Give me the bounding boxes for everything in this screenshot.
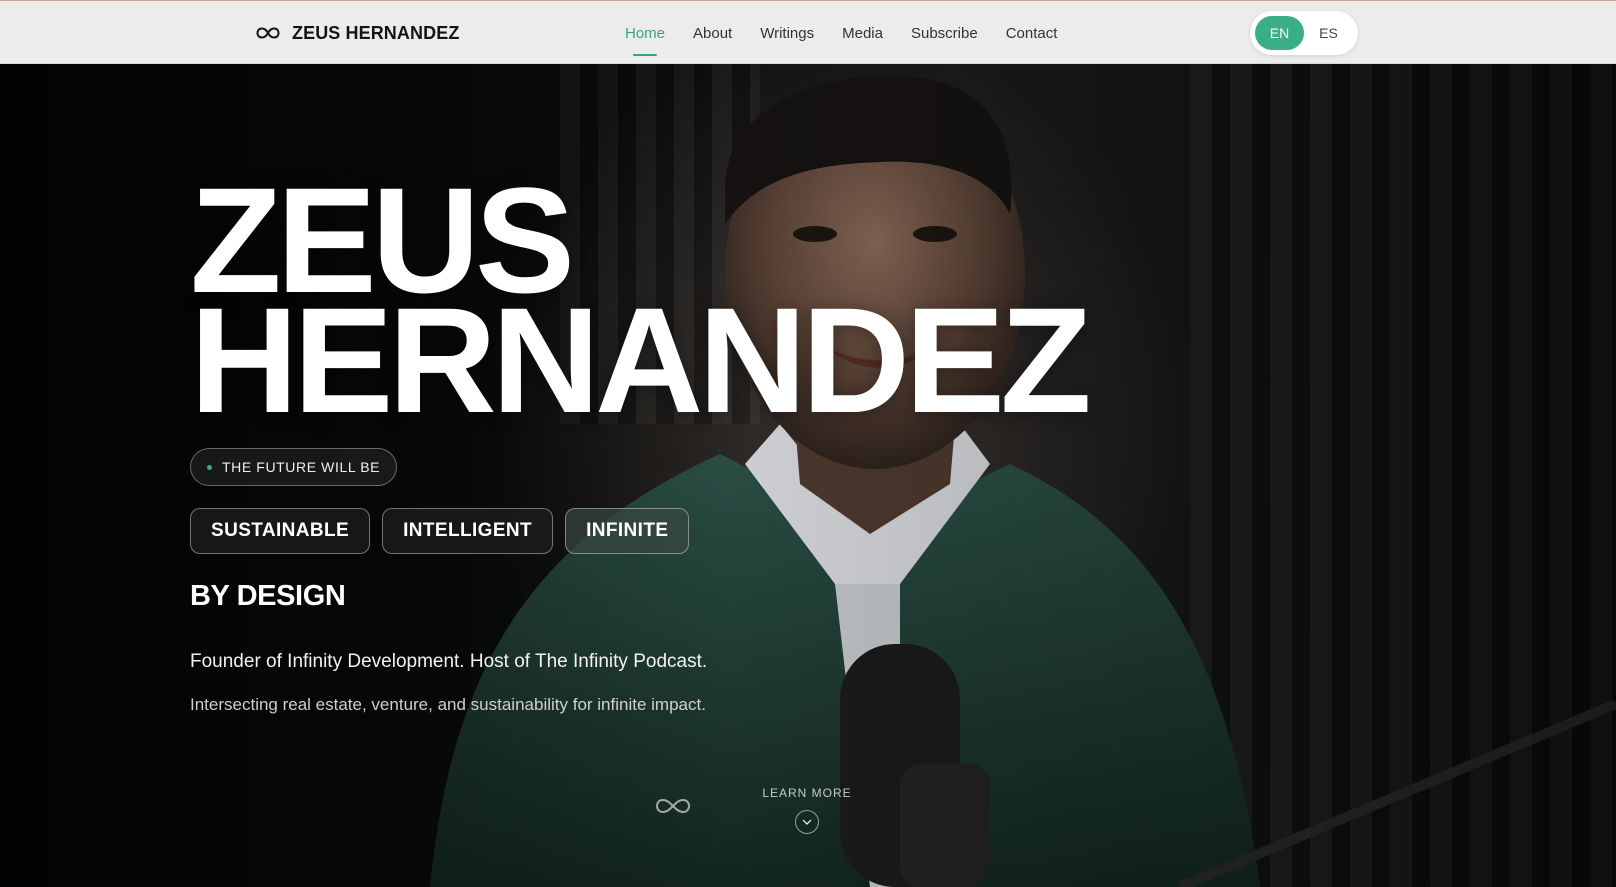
infinity-watermark-icon (655, 798, 691, 814)
hero-section: ZEUS HERNANDEZ THE FUTURE WILL BE SUSTAI… (0, 64, 1616, 887)
chip-infinite: INFINITE (565, 508, 690, 554)
learn-more-button[interactable]: LEARN MORE (757, 786, 857, 834)
chip-intelligent: INTELLIGENT (382, 508, 554, 554)
nav-contact[interactable]: Contact (1006, 19, 1058, 48)
nav-home[interactable]: Home (625, 19, 665, 56)
site-header: ZEUS HERNANDEZ Home About Writings Media… (0, 0, 1616, 64)
language-en-button[interactable]: EN (1255, 16, 1304, 50)
nav-subscribe[interactable]: Subscribe (911, 19, 978, 48)
brand-name: ZEUS HERNANDEZ (292, 22, 460, 43)
hero-sub-text: Intersecting real estate, venture, and s… (190, 695, 706, 714)
by-design-heading: BY DESIGN (190, 580, 346, 612)
status-dot-icon (207, 464, 212, 470)
nav-writings[interactable]: Writings (760, 19, 814, 48)
chevron-down-icon (795, 810, 819, 834)
hero-title-last-name: HERNANDEZ (190, 276, 1092, 444)
learn-more-label: LEARN MORE (762, 786, 852, 800)
language-es-button[interactable]: ES (1304, 16, 1353, 50)
tagline-pill: THE FUTURE WILL BE (190, 448, 398, 486)
value-chips: SUSTAINABLE INTELLIGENT INFINITE (190, 508, 690, 554)
main-nav: Home About Writings Media Subscribe Cont… (625, 1, 1057, 65)
nav-about[interactable]: About (693, 19, 732, 48)
brand-logo-link[interactable]: ZEUS HERNANDEZ (256, 19, 459, 47)
chip-sustainable: SUSTAINABLE (190, 508, 371, 554)
nav-media[interactable]: Media (842, 19, 883, 48)
tagline-text: THE FUTURE WILL BE (222, 459, 381, 475)
infinity-icon (256, 27, 280, 39)
hero-lead-text: Founder of Infinity Development. Host of… (190, 651, 708, 672)
language-toggle: EN ES (1250, 11, 1358, 55)
hero-title: ZEUS HERNANDEZ (190, 165, 1092, 444)
